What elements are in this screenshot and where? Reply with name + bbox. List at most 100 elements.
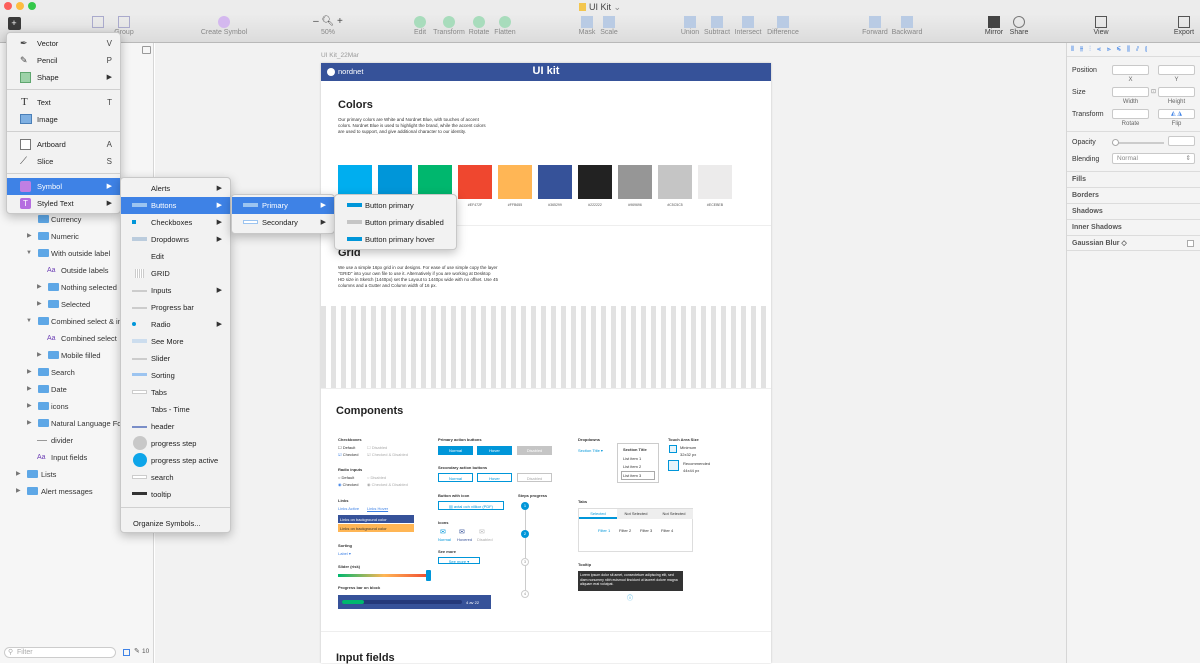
transform-button[interactable]: Transform [432,14,466,43]
button-primary-item[interactable]: Button primary [335,197,456,214]
symbol-buttons[interactable]: Buttons ▶ [121,197,230,214]
step-4[interactable]: 4 [521,590,529,598]
icon-button[interactable]: ▤ avtal och villkor (PDF) [438,501,504,510]
link-on-orange[interactable]: Links on background color [338,524,414,532]
buttons-secondary[interactable]: Secondary ▶ [232,214,334,231]
mail-icon[interactable]: ✉ [440,528,446,536]
align-icons[interactable]: ⫴⫵⫶⫷⫸⫹⫼⫽⫾ [1071,46,1153,54]
primary-normal-button[interactable]: Normal [438,446,473,455]
organize-symbols[interactable]: Organize Symbols... [121,515,230,532]
disclosure-right-icon[interactable]: ▶ [27,398,32,415]
position-y-input[interactable] [1158,65,1195,75]
checkbox-checked[interactable]: ☑ Checked [338,452,359,457]
intersect-button[interactable]: Intersect [733,14,763,43]
risk-slider-thumb[interactable] [426,570,432,581]
menu-item-styled-text[interactable]: T Styled Text ▶ [7,195,120,212]
symbols-filter-icon[interactable] [123,649,130,656]
step-2[interactable]: 2 [521,530,529,538]
export-button[interactable]: Export [1170,14,1198,43]
shadows-section[interactable]: Shadows [1067,203,1200,219]
symbol-progress-bar[interactable]: Progress bar [121,299,230,316]
mail-icon[interactable]: ✉ [459,528,465,536]
borders-section[interactable]: Borders [1067,187,1200,203]
disclosure-right-icon[interactable]: ▶ [27,415,32,432]
filter-tab[interactable]: Filter 3 [640,528,652,533]
difference-button[interactable]: Difference [764,14,802,43]
zoom-window-button[interactable] [28,2,36,10]
link-active[interactable]: Links Active [338,506,359,511]
menu-item-shape[interactable]: Shape ▶ [7,69,120,86]
tab-selected[interactable]: Selected [579,509,617,519]
symbol-inputs[interactable]: Inputs ▶ [121,282,230,299]
disclosure-right-icon[interactable]: ▶ [27,364,32,381]
edit-button[interactable]: Edit [410,14,430,43]
mask-button[interactable]: Mask [576,14,598,43]
mirror-button[interactable]: Mirror [982,14,1006,43]
artboard[interactable]: nordnet UI kit Colors Our primary colors… [321,63,771,664]
symbol-checkboxes[interactable]: Checkboxes ▶ [121,214,230,231]
symbol-progress-step[interactable]: progress step [121,435,230,452]
filter-tab[interactable]: Filter 4 [661,528,673,533]
symbol-progress-step-active[interactable]: progress step active [121,452,230,469]
symbol-tabs[interactable]: Tabs [121,384,230,401]
filter-input[interactable]: ⚲ Filter [4,647,116,658]
symbol-edit[interactable]: Edit [121,248,230,265]
dropdown-item[interactable]: List item 2 [623,464,641,469]
fills-section[interactable]: Fills [1067,171,1200,187]
position-x-input[interactable] [1112,65,1149,75]
risk-slider-track[interactable] [338,574,430,577]
menu-item-slice[interactable]: ⟋ Slice S [7,153,120,170]
step-3[interactable]: 3 [521,558,529,566]
gaussian-blur-checkbox[interactable] [1187,240,1194,247]
symbol-slider[interactable]: Slider [121,350,230,367]
symbol-see-more[interactable]: See More [121,333,230,350]
symbol-grid[interactable]: GRID [121,265,230,282]
create-symbol-button[interactable]: Create Symbol [196,14,252,43]
height-input[interactable] [1158,87,1195,97]
secondary-normal-button[interactable]: Normal [438,473,473,482]
symbol-dropdowns[interactable]: Dropdowns ▶ [121,231,230,248]
subtract-button[interactable]: Subtract [702,14,732,43]
flatten-button[interactable]: Flatten [492,14,518,43]
radio-default[interactable]: ○ Default [338,475,354,480]
dropdown-trigger[interactable]: Section Title ▾ [578,448,603,453]
menu-item-text[interactable]: T Text T [7,94,120,111]
menu-item-artboard[interactable]: Artboard A [7,136,120,153]
width-input[interactable] [1112,87,1149,97]
gaussian-blur-section[interactable]: Gaussian Blur ◇ [1067,235,1200,251]
symbol-sorting[interactable]: Sorting [121,367,230,384]
disclosure-right-icon[interactable]: ▶ [27,381,32,398]
symbol-tooltip[interactable]: tooltip [121,486,230,503]
dropdown-item[interactable]: List item 1 [623,456,641,461]
primary-hover-button[interactable]: Hover [477,446,512,455]
info-icon[interactable]: ⓘ [627,593,633,602]
zoom-control[interactable]: – 🔍︎ + 50% [306,14,350,43]
symbol-search[interactable]: search [121,469,230,486]
menu-item-vector[interactable]: ✒ Vector V [7,35,120,52]
disclosure-down-icon[interactable]: ▼ [26,313,32,330]
chevron-down-icon[interactable]: ⌄ [611,2,621,12]
symbol-header[interactable]: header [121,418,230,435]
button-primary-hover-item[interactable]: Button primary hover [335,231,456,248]
share-button[interactable]: Share [1007,14,1031,43]
symbol-tabs-time[interactable]: Tabs - Time [121,401,230,418]
menu-item-pencil[interactable]: ✎ Pencil P [7,52,120,69]
disclosure-down-icon[interactable]: ▼ [26,245,32,262]
radio-checked[interactable]: ◉ Checked [338,482,358,487]
buttons-primary[interactable]: Primary ▶ [232,197,334,214]
filter-tab[interactable]: Filter 2 [619,528,631,533]
dropdown-item-focused[interactable]: List item 3 [621,471,655,480]
button-primary-disabled-item[interactable]: Button primary disabled [335,214,456,231]
rotate-button[interactable]: Rotate [467,14,491,43]
close-window-button[interactable] [4,2,12,10]
opacity-input[interactable] [1168,136,1195,146]
checkbox-default[interactable]: ☐ Default [338,445,355,450]
collapse-icon[interactable] [142,46,151,54]
disclosure-right-icon[interactable]: ▶ [37,279,42,296]
tab-not-selected[interactable]: Not Selected [617,509,655,519]
forward-button[interactable]: Forward [860,14,890,43]
flip-buttons[interactable]: ◭ ◮ [1158,109,1195,119]
disclosure-right-icon[interactable]: ▶ [37,296,42,313]
see-more-button[interactable]: See more ▾ [438,557,480,564]
step-1[interactable]: 1 [521,502,529,510]
